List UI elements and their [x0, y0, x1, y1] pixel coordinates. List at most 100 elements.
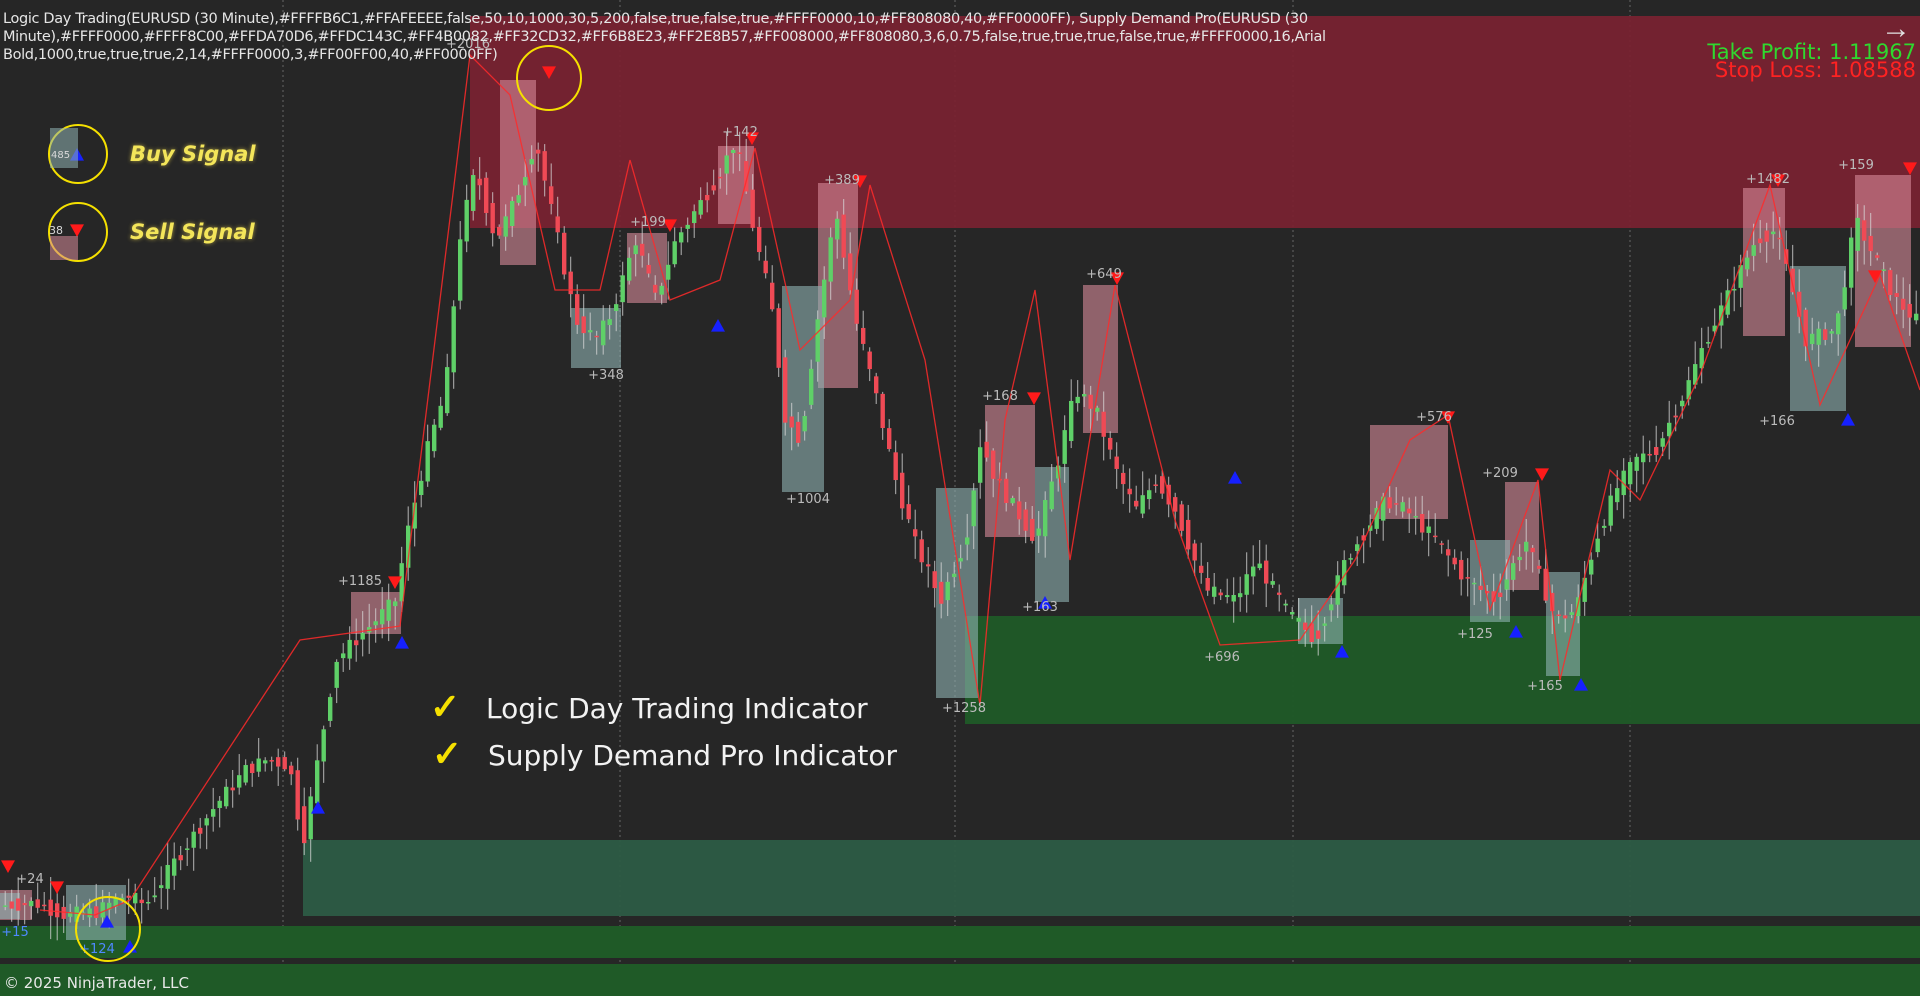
price-chart[interactable]: +2016+142+199+389+1185+649+168+576+209+1…	[0, 0, 1920, 996]
bearish-candle	[1134, 500, 1139, 507]
bearish-candle	[1439, 543, 1444, 545]
bearish-candle	[568, 271, 573, 295]
bullish-candle	[510, 200, 515, 227]
bullish-candle	[380, 609, 385, 625]
bullish-candle	[204, 818, 209, 826]
bullish-candle	[679, 232, 684, 243]
bullish-candle	[87, 908, 92, 918]
bullish-candle	[529, 159, 534, 165]
bullish-candle	[1472, 582, 1477, 585]
bullish-candle	[945, 581, 950, 601]
bearish-candle	[1459, 559, 1464, 580]
bearish-candle	[984, 441, 989, 458]
sell-signal-value: +576	[1416, 410, 1452, 425]
bearish-candle	[939, 581, 944, 604]
bearish-candle	[750, 189, 755, 228]
bullish-candle	[308, 796, 313, 840]
bearish-candle	[354, 640, 359, 646]
indicator-parameters: Logic Day Trading(EURUSD (30 Minute),#FF…	[3, 11, 1330, 63]
buy-signal-value: +1258	[942, 701, 986, 716]
bearish-candle	[776, 308, 781, 368]
bearish-candle	[1465, 577, 1470, 579]
bearish-candle	[1452, 557, 1457, 565]
bearish-candle	[594, 335, 599, 338]
bearish-candle	[919, 539, 924, 563]
bearish-candle	[1420, 513, 1425, 533]
bearish-candle	[1823, 329, 1828, 340]
sell-signal-box	[1505, 482, 1539, 590]
bullish-candle	[373, 621, 378, 626]
bullish-candle	[386, 599, 391, 621]
bullish-candle	[1335, 575, 1340, 605]
chart-stage[interactable]: +2016 +142 +199 +389 +1185 +649 +168 +576 +209 +1…	[0, 0, 1920, 996]
bullish-candle	[1348, 558, 1353, 560]
bearish-candle	[991, 450, 996, 479]
bullish-candle	[1238, 593, 1243, 598]
buy-signal-value: +1004	[786, 492, 830, 507]
bearish-candle	[542, 151, 547, 181]
bullish-candle	[822, 279, 827, 318]
bearish-candle	[1764, 230, 1769, 242]
bullish-candle	[341, 653, 346, 659]
buy-signal-value: +163	[1022, 600, 1058, 615]
bearish-candle	[198, 827, 203, 834]
bullish-candle	[1257, 563, 1262, 569]
legend-buy-sample-value: 485	[51, 150, 70, 161]
bearish-candle	[796, 421, 801, 443]
buy-signal-value: +348	[588, 368, 624, 383]
bearish-candle	[1556, 614, 1561, 617]
bearish-candle	[705, 195, 710, 201]
bearish-candle	[646, 264, 651, 274]
sell-signal-box	[1855, 175, 1911, 347]
bearish-candle	[549, 186, 554, 204]
sell-signal-value: +159	[1838, 158, 1874, 173]
bullish-candle	[237, 775, 242, 788]
bearish-candle	[230, 787, 235, 791]
sell-signal-box	[718, 146, 754, 224]
bullish-candle	[523, 177, 528, 186]
bullish-candle	[1270, 581, 1275, 585]
bearish-candle	[1907, 303, 1912, 318]
bearish-candle	[783, 357, 788, 423]
bullish-candle	[952, 573, 957, 578]
bullish-candle	[211, 809, 216, 817]
bullish-candle	[256, 758, 261, 772]
bullish-candle	[191, 831, 196, 848]
bullish-candle	[685, 224, 690, 229]
bullish-candle	[1140, 495, 1145, 514]
bullish-candle	[1043, 500, 1048, 537]
bullish-candle	[100, 902, 105, 918]
bullish-candle	[1381, 496, 1386, 521]
bullish-candle	[471, 175, 476, 211]
sell-signal-value: +209	[1482, 466, 1518, 481]
bearish-candle	[718, 176, 723, 179]
bearish-candle	[1654, 447, 1659, 455]
bearish-candle	[250, 763, 255, 774]
bearish-candle	[1446, 549, 1451, 556]
promo-line-supply-demand-pro: Supply Demand Pro Indicator	[488, 739, 898, 772]
bearish-candle	[1303, 622, 1308, 630]
bearish-candle	[1868, 235, 1873, 252]
bullish-candle	[315, 760, 320, 804]
bullish-candle	[1680, 400, 1685, 407]
bullish-candle	[601, 320, 606, 346]
bullish-candle	[1745, 257, 1750, 270]
bearish-candle	[1530, 547, 1535, 553]
bearish-candle	[841, 214, 846, 258]
bullish-candle	[1771, 231, 1776, 235]
legend-buy-box	[50, 128, 78, 168]
bullish-candle	[328, 697, 333, 721]
bullish-candle	[620, 275, 625, 303]
bullish-candle	[224, 786, 229, 807]
bullish-candle	[1504, 579, 1509, 590]
bearish-candle	[269, 760, 274, 762]
bullish-candle	[1595, 538, 1600, 553]
demand-zone	[303, 840, 1920, 916]
buy-signal-box	[1546, 572, 1580, 676]
bullish-candle	[1049, 481, 1054, 510]
bullish-candle	[1062, 430, 1067, 464]
bearish-candle	[1088, 394, 1093, 409]
buy-signal-legend-label: Buy Signal	[130, 142, 256, 166]
bearish-candle	[1387, 497, 1392, 509]
demand-zone	[965, 616, 1920, 724]
